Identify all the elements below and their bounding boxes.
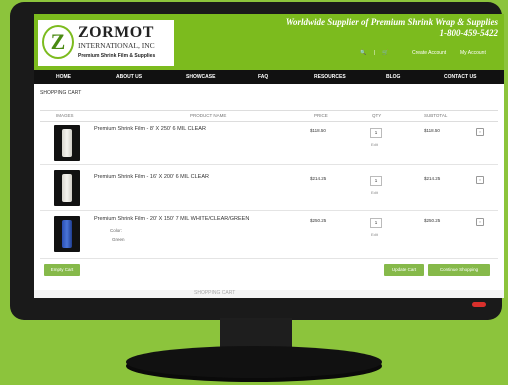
edit-link[interactable]: Edit: [371, 142, 378, 147]
footer-strip: [34, 290, 504, 298]
logo[interactable]: Z ZORMOT INTERNATIONAL, INC Premium Shri…: [38, 20, 174, 66]
product-image[interactable]: [54, 216, 80, 252]
nav-resources[interactable]: RESOURCES: [314, 70, 346, 84]
company-sub: INTERNATIONAL, INC: [78, 41, 155, 50]
product-name[interactable]: Premium Shrink Film - 8' X 250' 6 MIL CL…: [94, 126, 206, 132]
footer-text: SHOPPING CART: [194, 290, 236, 296]
table-row: Premium Shrink Film - 16' X 200' 6 MIL C…: [40, 166, 498, 211]
remove-icon[interactable]: ×: [476, 128, 484, 136]
subtotal: $214.25: [424, 176, 441, 181]
remove-icon[interactable]: ×: [476, 218, 484, 226]
main-nav: HOME ABOUT US SHOWCASE FAQ RESOURCES BLO…: [34, 70, 504, 84]
cart-icon[interactable]: 🛒: [382, 50, 388, 56]
price: $250.25: [310, 218, 327, 223]
table-row: Premium Shrink Film - 8' X 250' 6 MIL CL…: [40, 122, 498, 165]
product-image[interactable]: [54, 170, 80, 206]
z-logo-icon: Z: [42, 25, 74, 59]
film-roll-icon: [62, 220, 72, 248]
nav-showcase[interactable]: SHOWCASE: [186, 70, 215, 84]
col-product: PRODUCT NAME: [190, 113, 227, 118]
power-led-icon: [472, 302, 486, 307]
product-name[interactable]: Premium Shrink Film - 20' X 150' 7 MIL W…: [94, 216, 249, 222]
edit-link[interactable]: Edit: [371, 190, 378, 195]
header-phone[interactable]: 1-800-459-5422: [440, 28, 499, 38]
logo-tagline: Premium Shrink Film & Supplies: [78, 53, 156, 59]
qty-input[interactable]: 1: [370, 176, 382, 186]
option-value: Green: [112, 237, 125, 242]
continue-shopping-button[interactable]: Continue Shopping: [428, 264, 490, 276]
create-account-link[interactable]: Create Account: [412, 50, 446, 56]
site-header: Z ZORMOT INTERNATIONAL, INC Premium Shri…: [34, 14, 504, 70]
nav-faq[interactable]: FAQ: [258, 70, 268, 84]
col-images: IMAGES: [56, 113, 74, 118]
company-name: ZORMOT: [78, 24, 154, 41]
film-roll-icon: [62, 174, 72, 202]
nav-about[interactable]: ABOUT US: [116, 70, 142, 84]
separator: |: [374, 50, 376, 56]
cart-table-header: IMAGES PRODUCT NAME PRICE QTY SUBTOTAL: [40, 110, 498, 122]
table-row: Premium Shrink Film - 20' X 150' 7 MIL W…: [40, 212, 498, 259]
nav-contact[interactable]: CONTACT US: [444, 70, 476, 84]
film-roll-icon: [62, 129, 72, 157]
monitor-base: [126, 346, 382, 378]
nav-blog[interactable]: BLOG: [386, 70, 400, 84]
price: $214.25: [310, 176, 327, 181]
product-image[interactable]: [54, 125, 80, 161]
subtotal: $118.50: [424, 128, 440, 133]
update-cart-button[interactable]: Update Cart: [384, 264, 424, 276]
nav-home[interactable]: HOME: [56, 70, 71, 84]
option-label: Color:: [110, 228, 123, 233]
search-icon[interactable]: 🔍: [360, 50, 366, 56]
my-account-link[interactable]: My Account: [460, 50, 486, 56]
qty-input[interactable]: 1: [370, 128, 382, 138]
col-qty: QTY: [372, 113, 382, 118]
page-title: SHOPPING CART: [40, 90, 82, 96]
product-name[interactable]: Premium Shrink Film - 16' X 200' 6 MIL C…: [94, 174, 209, 180]
col-subtotal: SUBTOTAL: [424, 113, 448, 118]
col-price: PRICE: [314, 113, 328, 118]
price: $118.50: [310, 128, 326, 133]
empty-cart-button[interactable]: Empty Cart: [44, 264, 80, 276]
edit-link[interactable]: Edit: [371, 232, 378, 237]
qty-input[interactable]: 1: [370, 218, 382, 228]
remove-icon[interactable]: ×: [476, 176, 484, 184]
screen: Z ZORMOT INTERNATIONAL, INC Premium Shri…: [34, 14, 504, 298]
subtotal: $250.25: [424, 218, 441, 223]
header-tagline: Worldwide Supplier of Premium Shrink Wra…: [285, 17, 498, 27]
